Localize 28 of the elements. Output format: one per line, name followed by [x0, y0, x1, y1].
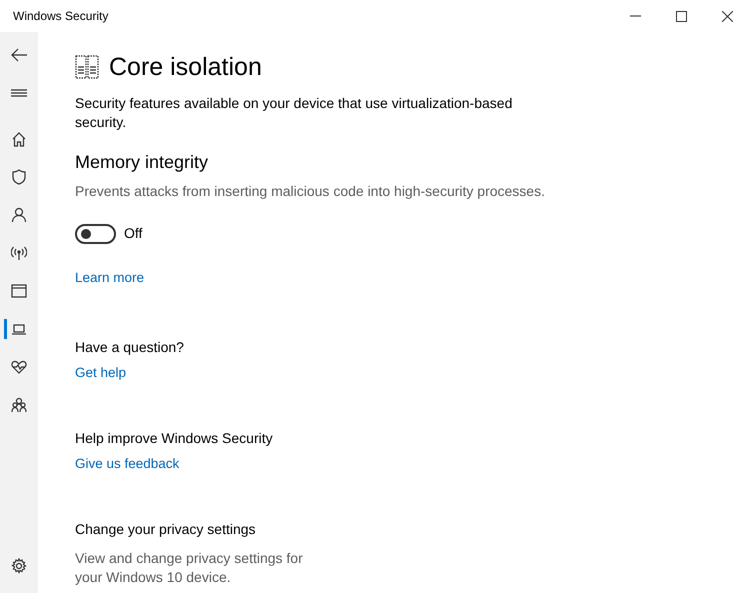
section-heading: Change your privacy settings [75, 520, 257, 539]
wireless-icon [11, 245, 27, 261]
learn-more-link[interactable]: Learn more [75, 268, 144, 288]
menu-icon [11, 88, 27, 98]
minimize-icon [630, 15, 640, 17]
maximize-icon [676, 10, 686, 22]
shield-icon [11, 169, 27, 185]
toggle-switch[interactable] [75, 224, 116, 244]
section-heading: Have a question? [75, 338, 185, 357]
window-title: Windows Security [13, 8, 108, 25]
back-arrow-icon [11, 48, 27, 62]
section-link[interactable]: Get help [75, 362, 126, 383]
page-description: Security features available on your device that use virtualization-based security. [75, 94, 514, 132]
section-heading: Help improve Windows Security [75, 428, 274, 448]
close-icon [722, 10, 732, 22]
person-icon [11, 207, 27, 223]
core-isolation-icon [75, 55, 99, 79]
settings-icon [11, 558, 27, 574]
family-icon [11, 397, 27, 413]
section-link[interactable]: Give us feedback [75, 454, 180, 474]
section-description: View and change privacy settings for your Windows 10 device. [75, 548, 304, 587]
heart-pulse-icon [11, 359, 27, 375]
section-description: Prevents attacks from inserting malicious code into high-security processes. [75, 182, 546, 201]
home-icon [11, 131, 27, 147]
section-heading: Memory integrity [75, 152, 210, 174]
toggle-label: Off [124, 224, 142, 244]
browser-window-icon [11, 283, 27, 299]
page-title: Core isolation [109, 52, 262, 82]
